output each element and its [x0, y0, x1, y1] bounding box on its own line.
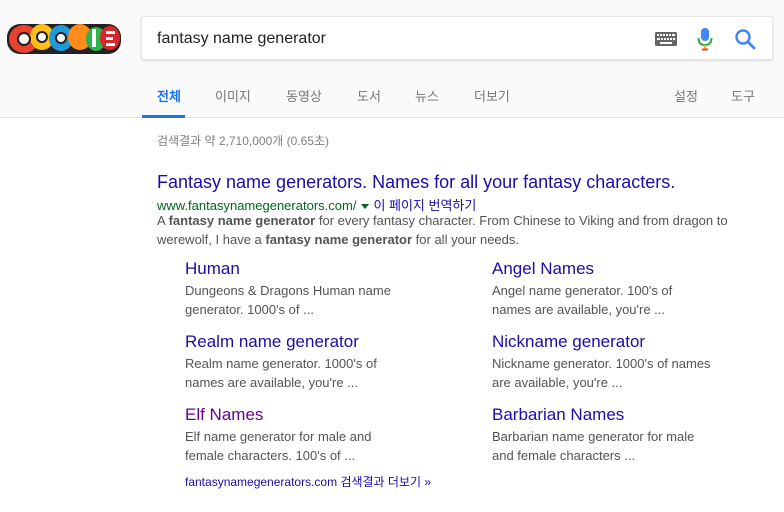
tab-all[interactable]: 전체 [157, 86, 181, 105]
sitelink-title-angel-names[interactable]: Angel Names [492, 259, 752, 281]
tab-tools[interactable]: 도구 [731, 86, 755, 105]
tab-settings[interactable]: 설정 [674, 86, 698, 105]
sitelink: Human Dungeons & Dragons Human name gene… [185, 259, 445, 319]
sitelink: Nickname generator Nickname generator. 1… [492, 332, 752, 392]
sitelink-description: names are available, you're ... [185, 375, 359, 390]
search-box[interactable] [141, 16, 773, 60]
sitelink-description: female characters. 100's of ... [185, 448, 356, 463]
result-snippet-line-2: werewolf, I have a fantasy name generato… [157, 232, 520, 247]
search-input[interactable] [157, 28, 637, 50]
sitelink-description: Elf name generator for male and [185, 429, 372, 444]
google-doodle-logo[interactable] [6, 17, 122, 59]
sitelink-title-elf-names[interactable]: Elf Names [185, 405, 445, 427]
tab-news[interactable]: 뉴스 [415, 86, 439, 105]
sitelink: Barbarian Names Barbarian name generator… [492, 405, 752, 465]
sitelink-description: are available, you're ... [492, 375, 623, 390]
sitelink-title-nickname-generator[interactable]: Nickname generator [492, 332, 752, 354]
active-tab-indicator [142, 115, 185, 118]
sitelink-title-realm-name-generator[interactable]: Realm name generator [185, 332, 445, 354]
microphone-icon[interactable] [697, 27, 713, 51]
sitelink-description: Dungeons & Dragons Human name [185, 283, 391, 298]
sitelink-description: names are available, you're ... [492, 302, 666, 317]
keyboard-icon[interactable] [655, 32, 677, 46]
tab-more[interactable]: 더보기 [474, 86, 510, 105]
sitelink-description: Nickname generator. 1000's of names [492, 356, 711, 371]
search-tabs: 전체 이미지 동영상 도서 뉴스 더보기 설정 도구 [0, 76, 784, 118]
tab-videos[interactable]: 동영상 [286, 86, 322, 105]
sitelink-title-human[interactable]: Human [185, 259, 445, 281]
tab-images[interactable]: 이미지 [215, 86, 251, 105]
url-dropdown-icon[interactable] [361, 203, 370, 209]
search-icon[interactable] [734, 28, 756, 50]
header-bar: 전체 이미지 동영상 도서 뉴스 더보기 설정 도구 [0, 0, 784, 118]
more-results-domain-link[interactable]: fantasynamegenerators.com [185, 475, 337, 489]
sitelink-description: Barbarian name generator for male [492, 429, 695, 444]
sitelink-description: and female characters ... [492, 448, 636, 463]
sitelink: Angel Names Angel name generator. 100's … [492, 259, 752, 319]
sitelink-description: Realm name generator. 1000's of [185, 356, 377, 371]
result-title-link[interactable]: Fantasy name generators. Names for all y… [157, 172, 675, 193]
sitelink: Realm name generator Realm name generato… [185, 332, 445, 392]
sitelink: Elf Names Elf name generator for male an… [185, 405, 445, 465]
tab-books[interactable]: 도서 [357, 86, 381, 105]
more-results-row: fantasynamegenerators.com 검색결과 더보기 » [185, 473, 431, 490]
sitelink-description: Angel name generator. 100's of [492, 283, 673, 298]
sitelink-title-barbarian-names[interactable]: Barbarian Names [492, 405, 752, 427]
result-snippet-line-1: A fantasy name generator for every fanta… [157, 213, 728, 228]
result-stats: 검색결과 약 2,710,000개 (0.65초) [157, 134, 330, 148]
sitelink-description: generator. 1000's of ... [185, 302, 314, 317]
more-results-link[interactable]: 검색결과 더보기 » [340, 475, 431, 489]
